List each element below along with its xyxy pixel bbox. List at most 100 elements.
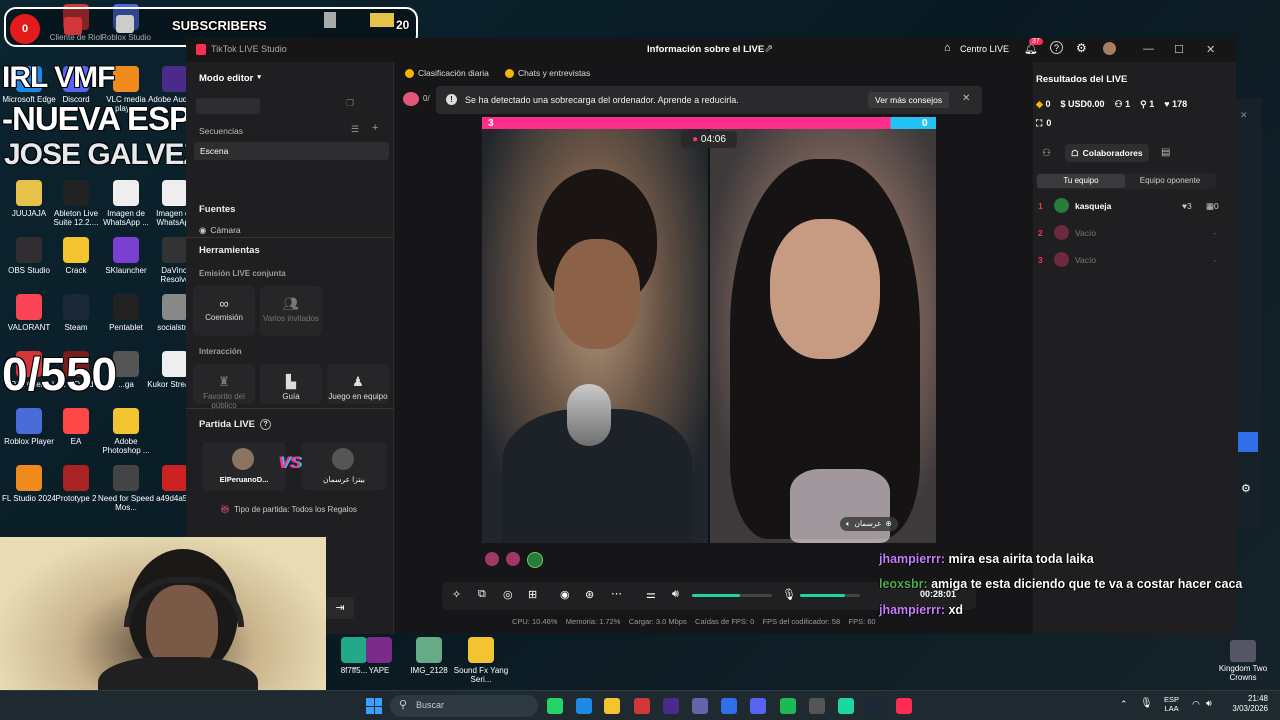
edge-icon[interactable]	[576, 698, 592, 714]
spotify-icon[interactable]	[780, 698, 796, 714]
row-avatar	[1054, 198, 1069, 213]
add-icon: ⊕	[885, 519, 892, 528]
close-icon[interactable]: ✕	[1206, 43, 1215, 56]
security-icon[interactable]	[721, 698, 737, 714]
goal-counter: 0/550	[2, 348, 118, 400]
clasificacion-diaria-chip[interactable]: Clasificación diaria	[405, 68, 489, 78]
game-icon[interactable]	[838, 698, 854, 714]
tiktok-studio-icon[interactable]	[896, 698, 912, 714]
profile-avatar[interactable]	[1103, 42, 1116, 55]
favorito-tile[interactable]: ♜ Favorito del público	[193, 364, 255, 410]
varios-invitados-label: Varios invitados	[263, 314, 319, 323]
camera-source[interactable]: ◉ Cámara	[199, 225, 241, 236]
more-icon[interactable]: ⋯	[611, 587, 622, 600]
close-side-icon[interactable]: ✕	[1240, 110, 1248, 121]
viewer-avatar-icon	[485, 552, 499, 566]
likes-value: 1	[1149, 99, 1155, 109]
windows-start-icon[interactable]	[366, 698, 382, 714]
exit-icon[interactable]: ⇥	[326, 597, 354, 619]
discord-icon[interactable]	[750, 698, 766, 714]
centro-live-link[interactable]: Centro LIVE	[960, 44, 1009, 54]
desktop-icon[interactable]: Sound Fx Yang Seri...	[452, 637, 510, 684]
volume-slider[interactable]	[692, 594, 772, 597]
audition-icon[interactable]	[663, 698, 679, 714]
info-icon[interactable]: ?	[259, 419, 271, 430]
wifi-icon[interactable]: ◠	[1192, 699, 1200, 710]
clock[interactable]: 21:48 3/03/2026	[1216, 694, 1268, 714]
player1-card[interactable]: ElPeruanoD...	[202, 442, 286, 490]
list-icon[interactable]: ☰	[351, 124, 359, 135]
coemision-tile[interactable]: ∞ Coemisión	[193, 286, 255, 336]
add-scene-icon[interactable]: +	[372, 122, 378, 134]
record-icon[interactable]: ◉	[560, 588, 570, 601]
stat-memoria: Memoria: 1.72%	[565, 617, 621, 626]
herramientas-heading: Herramientas	[199, 245, 260, 256]
player1-avatar	[232, 448, 254, 470]
speaker-tray-icon[interactable]: 🔊︎	[1206, 698, 1212, 709]
tab-tu-equipo[interactable]: Tu equipo	[1037, 174, 1125, 188]
results-row[interactable]: 2 Vacío -	[1036, 224, 1226, 244]
mic-slider[interactable]	[800, 594, 860, 597]
score-right: 0	[922, 118, 928, 129]
viewers-value: 1	[1125, 99, 1131, 109]
chatgpt-icon[interactable]	[809, 698, 825, 714]
ai-icon[interactable]: ◎	[503, 588, 513, 601]
person-icon[interactable]: ⚇	[1042, 148, 1051, 159]
home-icon[interactable]: ⌂	[944, 42, 951, 54]
magic-wand-icon[interactable]: ✧	[452, 588, 461, 601]
kingdom-widget[interactable]: Kingdom Two Crowns	[1212, 640, 1274, 682]
settings-gear-icon[interactable]: ⚙	[1076, 41, 1087, 55]
maximize-icon[interactable]: ☐	[1174, 43, 1184, 56]
warning-icon: !	[446, 94, 457, 105]
layout-copy-icon[interactable]: ❐	[346, 98, 354, 109]
help-icon[interactable]: ?	[1050, 41, 1063, 54]
colaboradores-label: Colaboradores	[1082, 148, 1143, 158]
steam-icon[interactable]	[867, 698, 883, 714]
mode-editor-dropdown[interactable]: Modo editor ▾	[199, 73, 261, 84]
results-row[interactable]: 3 Vacío -	[1036, 251, 1226, 271]
scene-item[interactable]: Escena	[194, 142, 389, 160]
colaboradores-tab[interactable]: ☖ Colaboradores	[1065, 144, 1149, 162]
results-row[interactable]: 1 kasqueja ♥3 ▦0	[1036, 197, 1226, 217]
guest-camera-feed: 🔈︎ عرسمان ⊕	[710, 129, 936, 543]
chat-text: xd	[948, 603, 964, 617]
live-info-title[interactable]: Información sobre el LIVE	[647, 44, 764, 55]
side-blue-tab[interactable]	[1238, 432, 1258, 452]
whatsapp-icon[interactable]	[547, 698, 563, 714]
chat-icon	[505, 68, 514, 78]
chats-chip[interactable]: Chats y entrevistas	[505, 68, 590, 78]
minimize-icon[interactable]: —	[1143, 43, 1154, 55]
mixer-icon[interactable]: ⚌	[646, 588, 656, 601]
share-icon[interactable]: ⇗	[764, 42, 773, 55]
row-rank: 1	[1038, 201, 1043, 211]
player2-card[interactable]: بيتزا عرسمان	[302, 442, 386, 490]
capture-icon[interactable]: ⧉	[478, 588, 486, 601]
tab-equipo-oponente[interactable]: Equipo oponente	[1126, 174, 1214, 188]
volume-icon[interactable]: 🔊︎	[672, 588, 679, 601]
layout-portrait-toggle[interactable]	[196, 98, 260, 114]
side-settings-icon[interactable]: ⚙	[1241, 482, 1251, 495]
close-notice-icon[interactable]: ✕	[962, 93, 970, 104]
list-doc-icon[interactable]: ▤	[1161, 147, 1170, 158]
guest-tag[interactable]: 🔈︎ عرسمان ⊕	[840, 517, 898, 531]
teams-icon[interactable]	[692, 698, 708, 714]
keyboard-language[interactable]: ESP LAA	[1164, 695, 1179, 713]
layout-add-icon[interactable]: ⊞	[528, 588, 537, 601]
layout-landscape-toggle[interactable]	[266, 98, 306, 114]
search-placeholder: Buscar	[416, 700, 445, 710]
users-icon: 👥︎	[282, 296, 300, 311]
ver-mas-consejos-button[interactable]: Ver más consejos	[868, 92, 950, 108]
tray-mic-icon[interactable]: 🎙︎	[1140, 698, 1153, 709]
desktop-icon[interactable]: Adobe Photoshop ...	[97, 408, 155, 455]
rose-icon	[403, 92, 419, 106]
desktop-icon[interactable]: IMG_2128	[400, 637, 458, 675]
opera-icon[interactable]	[634, 698, 650, 714]
tray-chevron-icon[interactable]: ⌃	[1120, 699, 1128, 710]
taskbar-search-input[interactable]: ⚲ Buscar	[390, 695, 538, 717]
guia-tile[interactable]: ▙ Guía	[260, 364, 322, 404]
microphone-icon[interactable]: 🎙︎	[782, 588, 796, 601]
juego-tile[interactable]: ♟ Juego en equipo	[327, 364, 389, 404]
varios-invitados-tile[interactable]: 👥︎ Varios invitados	[260, 286, 322, 336]
camera-switch-icon[interactable]: ⊛	[585, 588, 594, 601]
file-explorer-icon[interactable]	[604, 698, 620, 714]
